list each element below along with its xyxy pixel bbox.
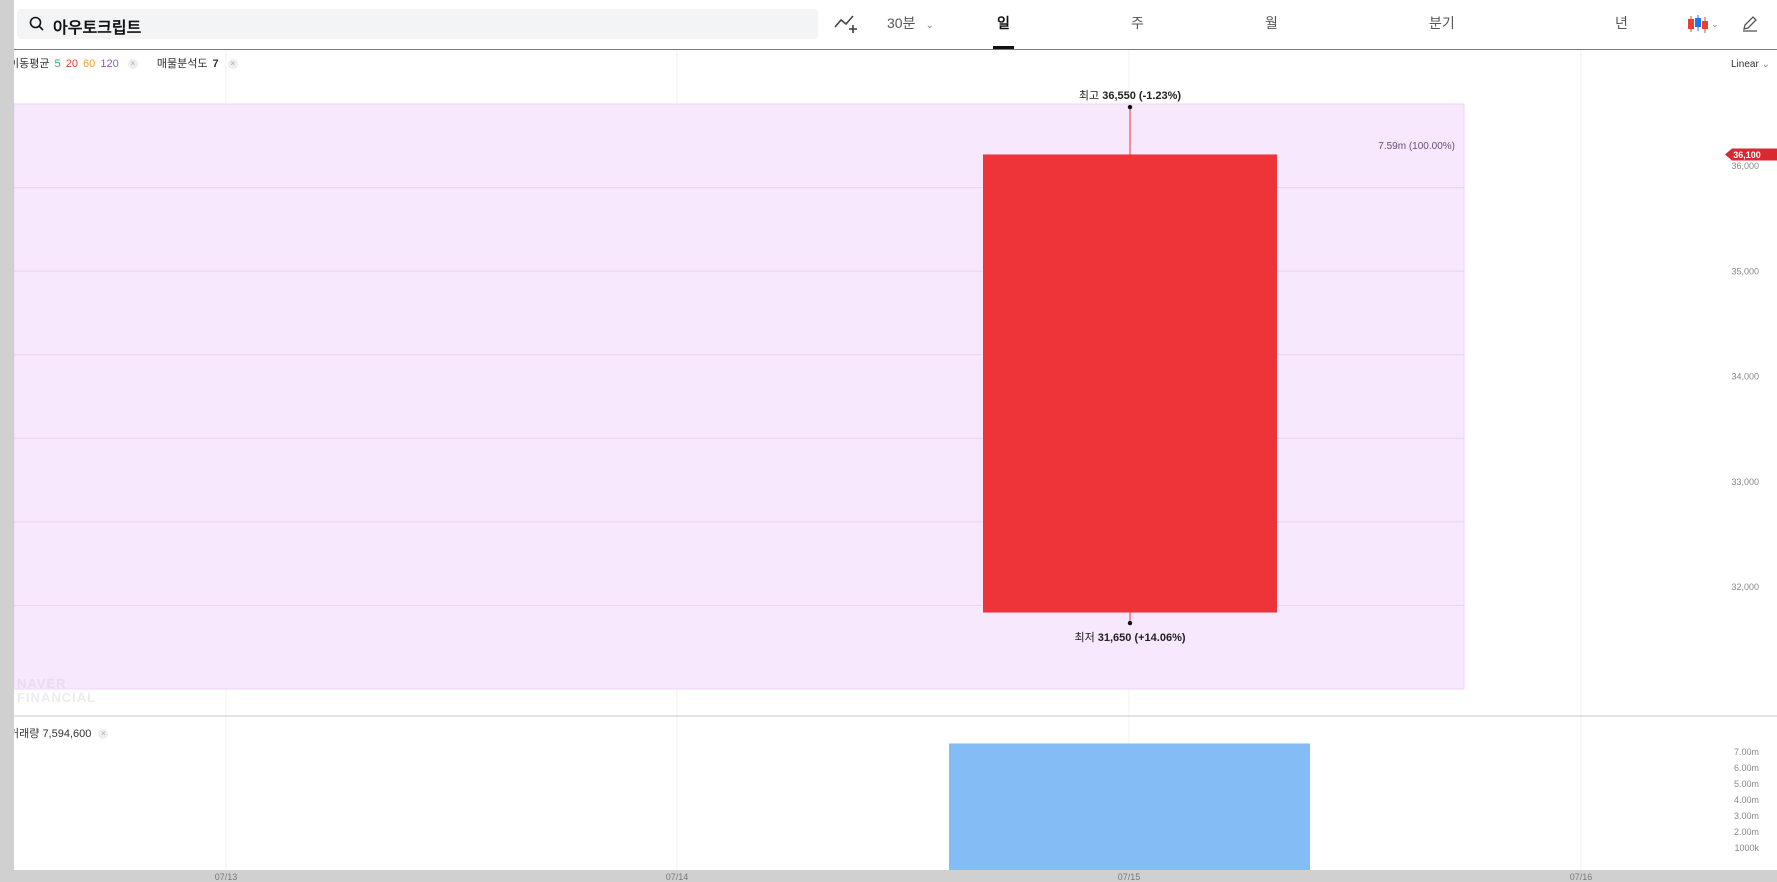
tab-day[interactable]: 일 (997, 13, 1010, 33)
low-marker (1127, 620, 1133, 626)
search-input[interactable]: 아우토크립트 (17, 9, 818, 39)
ma-5: 5 (54, 58, 61, 70)
chart-toolbar: 아우토크립트 30분 ⌄ 일 주 월 분기 년 ⌄ (14, 0, 1777, 50)
pencil-icon[interactable] (1741, 14, 1759, 35)
high-label: 최고 36,550 (-1.23%) (1079, 89, 1182, 102)
chevron-down-icon: ⌄ (1761, 59, 1770, 70)
tab-quarter[interactable]: 분기 (1429, 13, 1455, 33)
candle-type-icon[interactable]: ⌄ (1687, 14, 1719, 37)
y-tick-label: 33,000 (1731, 477, 1759, 487)
ma-20: 20 (65, 58, 78, 70)
volume-legend: 거래량 7,594,600 × (14, 725, 109, 741)
x-tick-label: 07/16 (1570, 872, 1593, 882)
interval-label: 30분 (887, 15, 916, 31)
tab-year[interactable]: 년 (1615, 13, 1628, 33)
candle-body (983, 154, 1277, 613)
x-tick-label: 07/15 (1118, 872, 1141, 882)
ma-label: 이동평균 (14, 58, 50, 70)
y-tick-label: 35,000 (1731, 266, 1759, 276)
x-tick-label: 07/13 (215, 872, 238, 882)
scale-mode-select[interactable]: Linear ⌄ (1731, 59, 1770, 70)
vp-remove-icon[interactable]: × (227, 59, 238, 70)
active-tab-indicator (993, 46, 1014, 49)
indicator-legend: 이동평균 5 20 60 120 × 매물분석도 7 × (14, 55, 240, 71)
indicator-add-icon[interactable] (834, 12, 858, 37)
ma-remove-icon[interactable]: × (127, 59, 138, 70)
low-label: 최저 31,650 (+14.06%) (1074, 631, 1185, 644)
volume-remove-icon[interactable]: × (98, 729, 109, 740)
ma-120: 120 (100, 58, 119, 70)
volume-tick-label: 4.00m (1734, 795, 1759, 805)
volume-tick-label: 5.00m (1734, 779, 1759, 789)
high-marker (1127, 104, 1133, 110)
x-tick-label: 07/14 (666, 872, 689, 882)
search-query: 아우토크립트 (53, 20, 142, 37)
volume-label: 거래량 (14, 728, 40, 740)
price-chart[interactable]: 7.59m (100.00%) 최고 36,550 (-1.23%) 최저 31,6… (14, 0, 1777, 870)
watermark-logo: NAVER FINANCIAL (17, 676, 97, 705)
volume-tick-label: 2.00m (1734, 827, 1759, 837)
x-axis: 07/13 07/14 07/15 07/16 (215, 872, 1593, 882)
volume-profile-label: 7.59m (100.00%) (1378, 141, 1455, 152)
interval-select[interactable]: 30분 ⌄ (887, 13, 934, 33)
volume-value: 7,594,600 (42, 728, 92, 740)
tab-month[interactable]: 월 (1265, 13, 1278, 33)
scale-mode-label: Linear (1731, 59, 1759, 70)
search-icon (29, 16, 45, 37)
left-edge (0, 0, 14, 882)
volume-bar (949, 743, 1310, 870)
volume-tick-label: 7.00m (1734, 747, 1759, 757)
y-tick-label: 32,000 (1731, 582, 1759, 592)
vp-value: 7 (212, 58, 219, 70)
y-tick-label: 34,000 (1731, 372, 1759, 382)
tab-week[interactable]: 주 (1131, 13, 1144, 33)
ma-60: 60 (83, 58, 96, 70)
volume-tick-label: 3.00m (1734, 811, 1759, 821)
volume-tick-label: 1000k (1734, 843, 1759, 853)
y-tick-label: 36,000 (1731, 161, 1759, 171)
vp-label: 매물분석도 (156, 58, 208, 70)
chevron-down-icon: ⌄ (925, 20, 934, 31)
current-price-label: 36,100 (1733, 150, 1761, 160)
volume-tick-label: 6.00m (1734, 763, 1759, 773)
svg-text:⌄: ⌄ (1711, 19, 1717, 29)
chart-frame: 7.59m (100.00%) 최고 36,550 (-1.23%) 최저 31,6… (14, 0, 1777, 870)
